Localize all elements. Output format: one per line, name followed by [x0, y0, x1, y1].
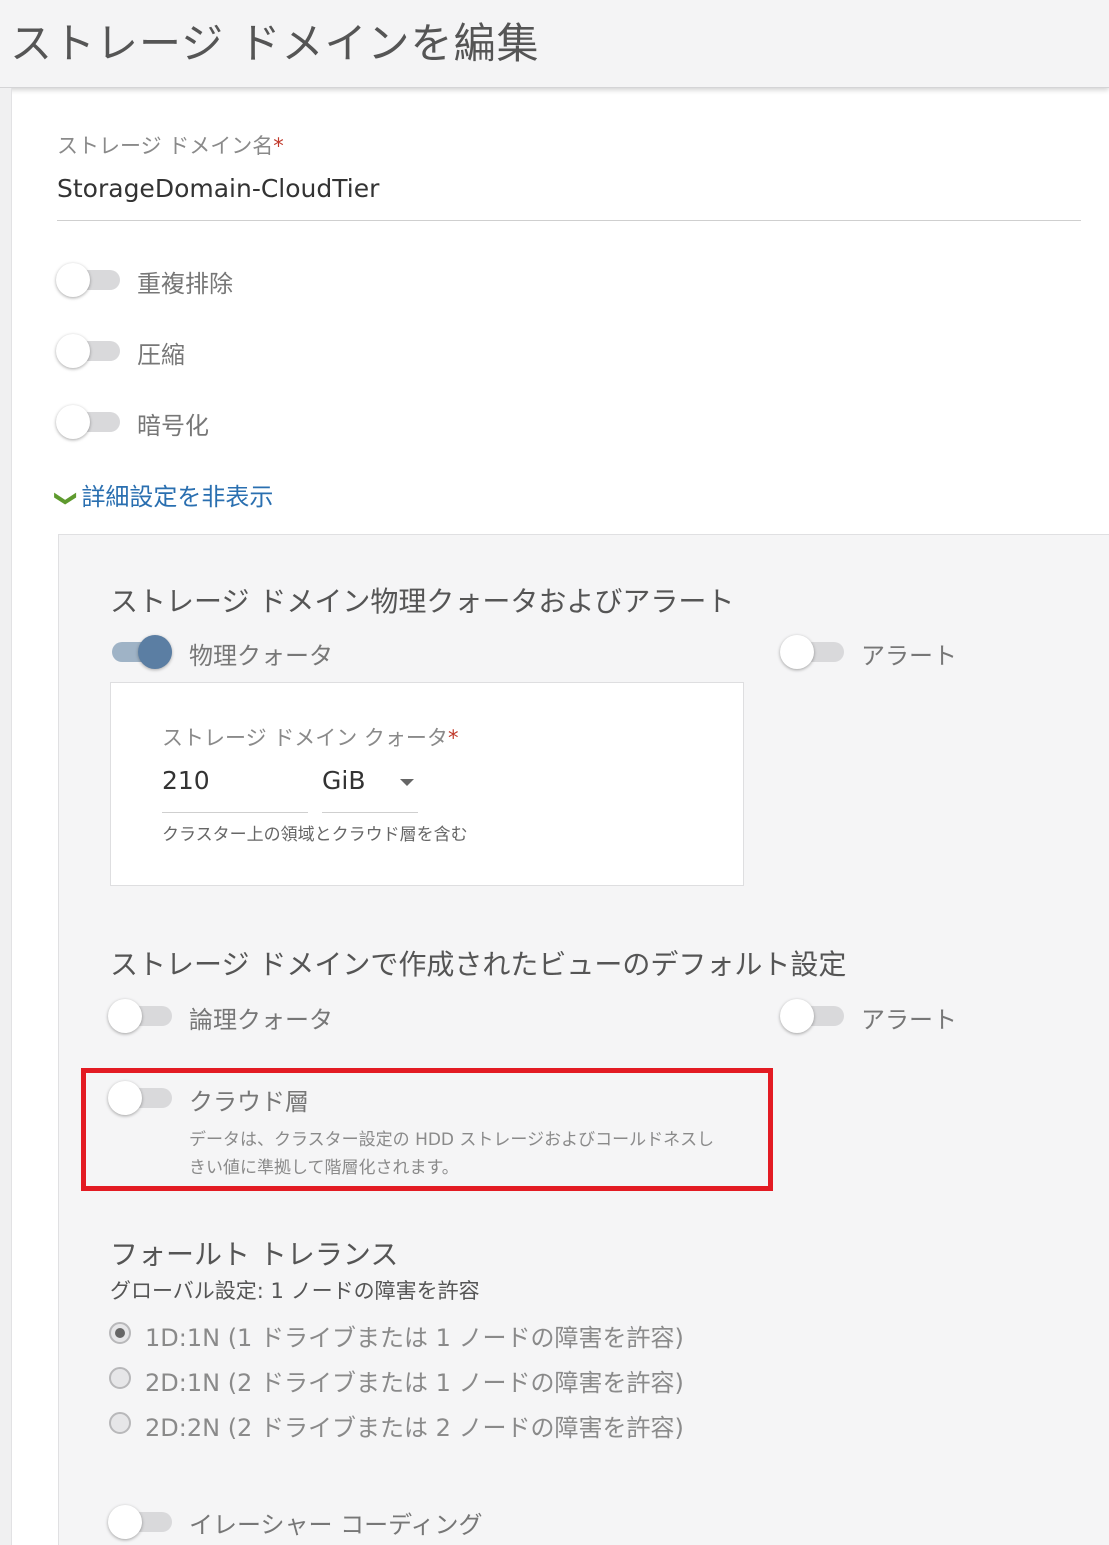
quota-section-title: ストレージ ドメイン物理クォータおよびアラート	[110, 585, 735, 618]
physical-quota-toggle[interactable]	[108, 632, 174, 670]
global-setting-text: グローバル設定: 1 ノードの障害を許容	[110, 1279, 480, 1303]
view-alert-label: アラート	[861, 1006, 957, 1034]
chevron-down-icon: ❯	[53, 489, 79, 508]
logical-quota-label: 論理クォータ	[189, 1006, 333, 1034]
ft-option-2d2n-label: 2D:2N (2 ドライブまたは 2 ノードの障害を許容)	[145, 1414, 684, 1442]
logical-quota-toggle[interactable]	[108, 996, 174, 1034]
page-title: ストレージ ドメインを編集	[10, 19, 540, 68]
fault-tolerance-title: フォールト トレランス	[110, 1238, 399, 1271]
physical-quota-label: 物理クォータ	[189, 642, 333, 670]
cloud-tier-label: クラウド層	[189, 1088, 309, 1116]
ft-option-2d2n-radio[interactable]	[109, 1412, 131, 1434]
quota-alert-toggle[interactable]	[780, 632, 846, 670]
erasure-coding-label: イレーシャー コーディング	[189, 1511, 483, 1539]
ft-option-1d1n-label: 1D:1N (1 ドライブまたは 1 ノードの障害を許容)	[145, 1324, 684, 1352]
quota-hint: クラスター上の領域とクラウド層を含む	[162, 825, 468, 845]
quota-alert-label: アラート	[861, 642, 957, 670]
dialog-header: ストレージ ドメインを編集	[0, 0, 1109, 88]
quota-unit-underline	[322, 812, 418, 813]
erasure-coding-toggle[interactable]	[108, 1502, 174, 1540]
dedup-label: 重複排除	[137, 270, 233, 298]
quota-value-underline	[162, 812, 308, 813]
cloud-tier-toggle[interactable]	[108, 1078, 174, 1116]
view-defaults-title: ストレージ ドメインで作成されたビューのデフォルト設定	[110, 948, 847, 981]
compression-toggle[interactable]	[56, 331, 122, 369]
cloud-tier-hint-line1: データは、クラスター設定の HDD ストレージおよびコールドネスし	[189, 1130, 715, 1150]
compression-label: 圧縮	[137, 341, 185, 369]
ft-option-2d1n-radio[interactable]	[109, 1367, 131, 1389]
quota-unit-select[interactable]: GiB	[322, 766, 365, 795]
encryption-label: 暗号化	[137, 412, 209, 440]
quota-value-input[interactable]: 210	[162, 766, 210, 795]
ft-option-2d1n-label: 2D:1N (2 ドライブまたは 1 ノードの障害を許容)	[145, 1369, 684, 1397]
caret-down-icon[interactable]	[400, 779, 414, 786]
hide-advanced-link[interactable]: ❯ 詳細設定を非表示	[53, 477, 274, 512]
view-alert-toggle[interactable]	[780, 996, 846, 1034]
domain-name-label: ストレージ ドメイン名*	[57, 134, 284, 158]
cloud-tier-hint-line2: きい値に準拠して階層化されます。	[189, 1158, 459, 1178]
quota-field-label: ストレージ ドメイン クォータ*	[162, 726, 459, 750]
domain-name-input[interactable]: StorageDomain-CloudTier	[57, 174, 379, 203]
left-edge	[0, 88, 12, 1545]
domain-name-underline	[57, 220, 1081, 221]
encryption-toggle[interactable]	[56, 402, 122, 440]
hide-advanced-label: 詳細設定を非表示	[81, 483, 274, 511]
dedup-toggle[interactable]	[56, 260, 122, 298]
ft-option-1d1n-radio[interactable]	[109, 1322, 131, 1344]
